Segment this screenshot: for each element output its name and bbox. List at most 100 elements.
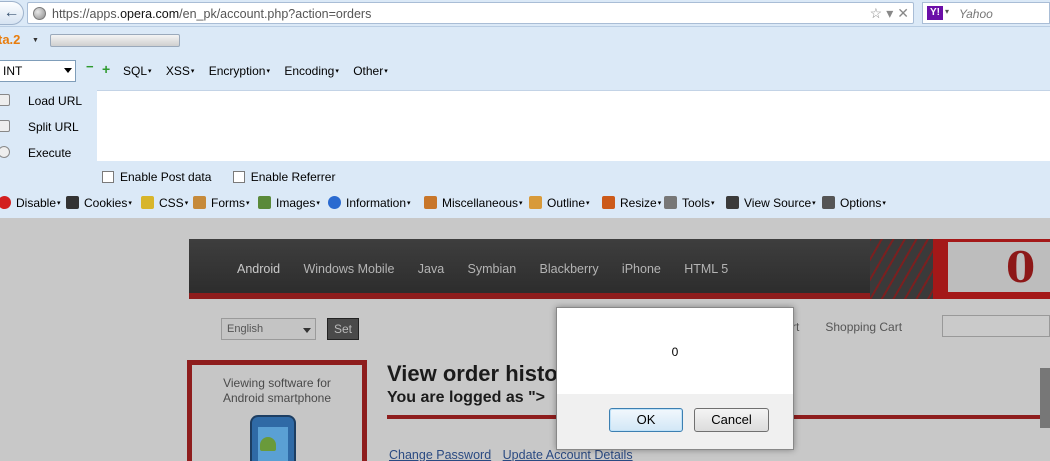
checkbox-label: Enable Post data xyxy=(120,170,212,184)
webdev-resize-menu[interactable]: Resize▾ xyxy=(602,196,661,210)
url-action-icons: ☆ ▾ ✕ xyxy=(866,5,909,22)
menu-label: Information xyxy=(346,196,407,210)
url-domain: opera.com xyxy=(120,7,180,21)
webdev-forms-menu[interactable]: Forms▾ xyxy=(193,196,250,210)
url-path: /en_pk/account.php?action=orders xyxy=(179,7,372,21)
hackbar-menu-xss[interactable]: XSS▾ xyxy=(166,64,195,78)
hackbar-type-value: INT xyxy=(3,64,23,78)
outline-icon xyxy=(529,196,542,209)
decrease-icon[interactable]: − xyxy=(86,60,94,73)
disable-icon xyxy=(0,196,11,209)
menu-label: Other xyxy=(353,64,384,78)
nav-item-java[interactable]: Java xyxy=(418,262,444,276)
nav-item-windows-mobile[interactable]: Windows Mobile xyxy=(303,262,394,276)
opera-logo[interactable]: 0 xyxy=(1006,244,1035,292)
yahoo-icon[interactable]: Y! xyxy=(927,6,943,20)
webdev-information-menu[interactable]: Information▾ xyxy=(328,196,411,210)
hackbar-menu-sql[interactable]: SQL▾ xyxy=(123,64,152,78)
url-input[interactable]: https://apps.opera.com/en_pk/account.php… xyxy=(27,2,914,24)
menu-label: Cookies xyxy=(84,196,128,210)
navigation-bar: ← https://apps.opera.com/en_pk/account.p… xyxy=(0,0,1050,27)
hackbar-menu-encryption[interactable]: Encryption▾ xyxy=(209,64,270,78)
shopping-cart-link[interactable]: Shopping Cart xyxy=(825,320,902,334)
action-label: Split URL xyxy=(28,120,79,134)
webdev-miscellaneous-menu[interactable]: Miscellaneous▾ xyxy=(424,196,523,210)
history-dropdown-icon[interactable]: ▾ xyxy=(886,5,893,21)
page-title: View order histo xyxy=(387,361,558,386)
increase-icon[interactable]: + xyxy=(102,61,110,77)
split-url-icon xyxy=(0,120,10,132)
hackbar-url-textarea[interactable] xyxy=(97,90,1050,161)
change-password-link[interactable]: Change Password xyxy=(389,448,491,461)
dialog-message: 0 xyxy=(671,345,679,359)
stop-icon[interactable]: ✕ xyxy=(897,5,909,21)
nav-item-iphone[interactable]: iPhone xyxy=(622,262,661,276)
select-arrow-icon xyxy=(303,328,311,333)
site-identity-icon[interactable] xyxy=(33,7,46,20)
search-placeholder: Yahoo xyxy=(959,7,993,21)
nav-item-blackberry[interactable]: Blackberry xyxy=(540,262,599,276)
webdev-disable-menu[interactable]: Disable▾ xyxy=(0,196,61,210)
checkbox-box[interactable] xyxy=(232,171,245,183)
hackbar-logo-dropdown-icon[interactable]: ▼ xyxy=(32,37,39,44)
menu-label: XSS xyxy=(165,64,190,78)
view-source-icon xyxy=(726,196,739,209)
load-url-button[interactable]: Load URL xyxy=(0,90,96,116)
site-nav-items: Android Windows Mobile Java Symbian Blac… xyxy=(237,262,748,276)
back-button[interactable]: ← xyxy=(0,1,24,25)
language-select[interactable]: English xyxy=(221,318,316,340)
execute-button[interactable]: Execute xyxy=(0,142,96,168)
menu-label: Disable xyxy=(16,196,57,210)
webdev-view-source-menu[interactable]: View Source▾ xyxy=(726,196,816,210)
options-icon xyxy=(822,196,835,209)
ok-button[interactable]: OK xyxy=(609,408,683,432)
webdev-images-menu[interactable]: Images▾ xyxy=(258,196,320,210)
hackbar-logo: ta.2 xyxy=(0,32,21,47)
split-url-button[interactable]: Split URL xyxy=(0,116,96,142)
action-label: Execute xyxy=(28,146,72,160)
search-engine-dropdown-icon[interactable]: ▾ xyxy=(945,7,949,16)
android-robot-icon xyxy=(260,437,276,451)
info-icon xyxy=(328,196,341,209)
nav-item-html5[interactable]: HTML 5 xyxy=(684,262,728,276)
execute-icon xyxy=(0,146,10,158)
misc-icon xyxy=(424,196,437,209)
webdev-cookies-menu[interactable]: Cookies▾ xyxy=(66,196,132,210)
hackbar-menu-other[interactable]: Other▾ xyxy=(353,64,388,78)
search-box[interactable]: Y! ▾ Yahoo xyxy=(922,2,1050,24)
webdev-tools-menu[interactable]: Tools▾ xyxy=(664,196,715,210)
hackbar-actions: Load URL Split URL Execute xyxy=(0,90,96,168)
nav-item-android[interactable]: Android xyxy=(237,262,280,276)
action-label: Load URL xyxy=(28,94,83,108)
sidebar-promo-text: Viewing software for Android smartphone xyxy=(192,376,362,406)
css-icon xyxy=(141,196,154,209)
webdev-css-menu[interactable]: CSS▾ xyxy=(141,196,188,210)
resize-icon xyxy=(602,196,615,209)
select-arrow-icon xyxy=(64,68,72,73)
menu-label: Resize xyxy=(620,196,657,210)
enable-referrer-checkbox[interactable]: Enable Referrer xyxy=(232,170,335,184)
android-phone-image xyxy=(250,415,296,461)
hackbar-progress xyxy=(50,34,180,47)
hackbar-menu-encoding[interactable]: Encoding▾ xyxy=(284,64,339,78)
site-search-input[interactable] xyxy=(942,315,1050,337)
hackbar-type-select[interactable]: INT xyxy=(0,60,76,82)
url-text: https://apps.opera.com/en_pk/account.php… xyxy=(52,7,371,21)
tools-icon xyxy=(664,196,677,209)
page-content: Android Windows Mobile Java Symbian Blac… xyxy=(0,218,1050,461)
sidebar-line: Viewing software for xyxy=(223,376,331,390)
cancel-button[interactable]: Cancel xyxy=(694,408,769,432)
webdev-outline-menu[interactable]: Outline▾ xyxy=(529,196,590,210)
bookmark-star-icon[interactable]: ☆ xyxy=(870,5,883,21)
menu-label: Forms xyxy=(211,196,245,210)
url-prefix: https://apps. xyxy=(52,7,121,21)
checkbox-box[interactable] xyxy=(102,171,114,183)
menu-label: Options xyxy=(840,196,882,210)
images-icon xyxy=(258,196,271,209)
webdev-options-menu[interactable]: Options▾ xyxy=(822,196,886,210)
set-language-button[interactable]: Set xyxy=(327,318,359,340)
hackbar-toolbar: ta.2 ▼ INT − + SQL▾ XSS▾ Encryption▾ Enc… xyxy=(0,27,1050,218)
menu-label: Images xyxy=(276,196,316,210)
nav-item-symbian[interactable]: Symbian xyxy=(468,262,517,276)
enable-post-data-checkbox[interactable]: Enable Post data xyxy=(102,170,211,184)
